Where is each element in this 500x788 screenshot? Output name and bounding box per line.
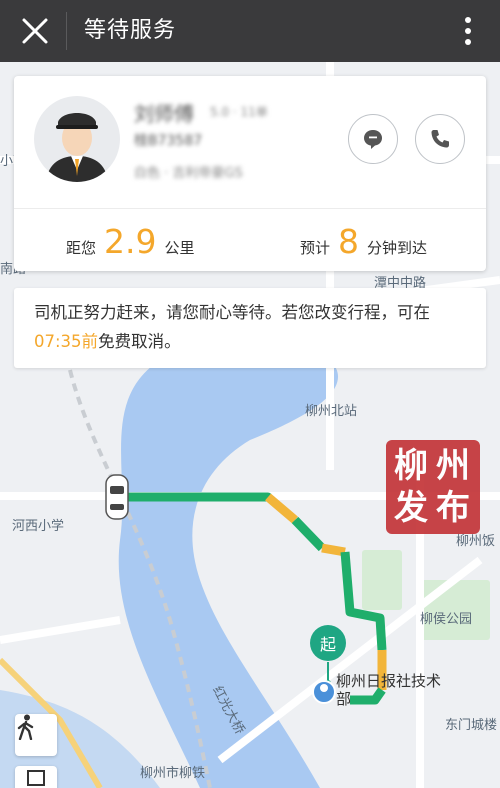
destination-label: 柳州日报社技术部 (336, 672, 442, 708)
message-button[interactable] (348, 114, 398, 164)
plate-number: 桂B73587 (134, 133, 203, 149)
driver-name: 刘师傅 (134, 102, 194, 126)
car-icon (105, 474, 129, 520)
map-label-hexi-school: 河西小学 (12, 519, 65, 534)
car-info: 白色 · 吉利帝豪GS (134, 166, 243, 181)
distance-value: 2.9 (104, 222, 157, 261)
locate-icon (27, 770, 45, 786)
phone-icon (431, 130, 449, 148)
message-icon (364, 130, 382, 149)
stamp-char-2: 州 (436, 446, 470, 486)
stamp-char-4: 布 (436, 488, 470, 528)
time-unit: 分钟到达 (367, 239, 428, 257)
time-stat: 预计 8 分钟到达 (300, 222, 427, 262)
notice-text-part1: 司机正努力赶来，请您耐心等待。若您改变行程，可在 (34, 303, 430, 322)
notice-text-part2: 免费取消。 (98, 332, 181, 351)
map-label-liuhou-park: 柳侯公园 (420, 612, 473, 627)
time-prefix: 预计 (300, 239, 331, 257)
liuzhou-publish-stamp: 柳 州 发 布 (386, 440, 480, 534)
start-marker[interactable]: 起 (310, 625, 346, 661)
top-bar: 等待服务 (0, 0, 500, 62)
map-label-dongmen: 东门城楼 (445, 718, 498, 733)
walk-icon (17, 714, 34, 740)
locate-button[interactable] (15, 766, 57, 788)
distance-stat: 距您 2.9 公里 (66, 222, 195, 262)
call-button[interactable] (415, 114, 465, 164)
stamp-char-3: 发 (394, 488, 428, 528)
time-value: 8 (338, 222, 360, 261)
page-title: 等待服务 (84, 18, 177, 43)
more-icon[interactable] (462, 14, 474, 48)
cancel-deadline: 07:35前 (34, 332, 99, 351)
driver-card: 刘师傅 5.0 · 11单 桂B73587 白色 · 吉利帝豪GS 距您 2.9… (14, 76, 486, 271)
distance-unit: 公里 (164, 239, 195, 257)
stamp-char-1: 柳 (394, 446, 428, 486)
map-label-liuzhou-north: 柳州北站 (305, 404, 358, 419)
card-divider (14, 208, 486, 209)
cancel-notice: 司机正努力赶来，请您耐心等待。若您改变行程，可在 07:35前免费取消。 (14, 288, 486, 368)
distance-prefix: 距您 (66, 239, 97, 257)
notice-text: 司机正努力赶来，请您耐心等待。若您改变行程，可在 07:35前免费取消。 (34, 298, 474, 356)
driver-rating: 5.0 · 11单 (210, 105, 268, 119)
close-icon[interactable] (18, 14, 52, 48)
header-divider (66, 12, 67, 50)
walk-button[interactable] (15, 714, 57, 756)
driver-avatar (34, 96, 120, 182)
map-label-railway: 柳州市柳铁 (140, 766, 206, 781)
